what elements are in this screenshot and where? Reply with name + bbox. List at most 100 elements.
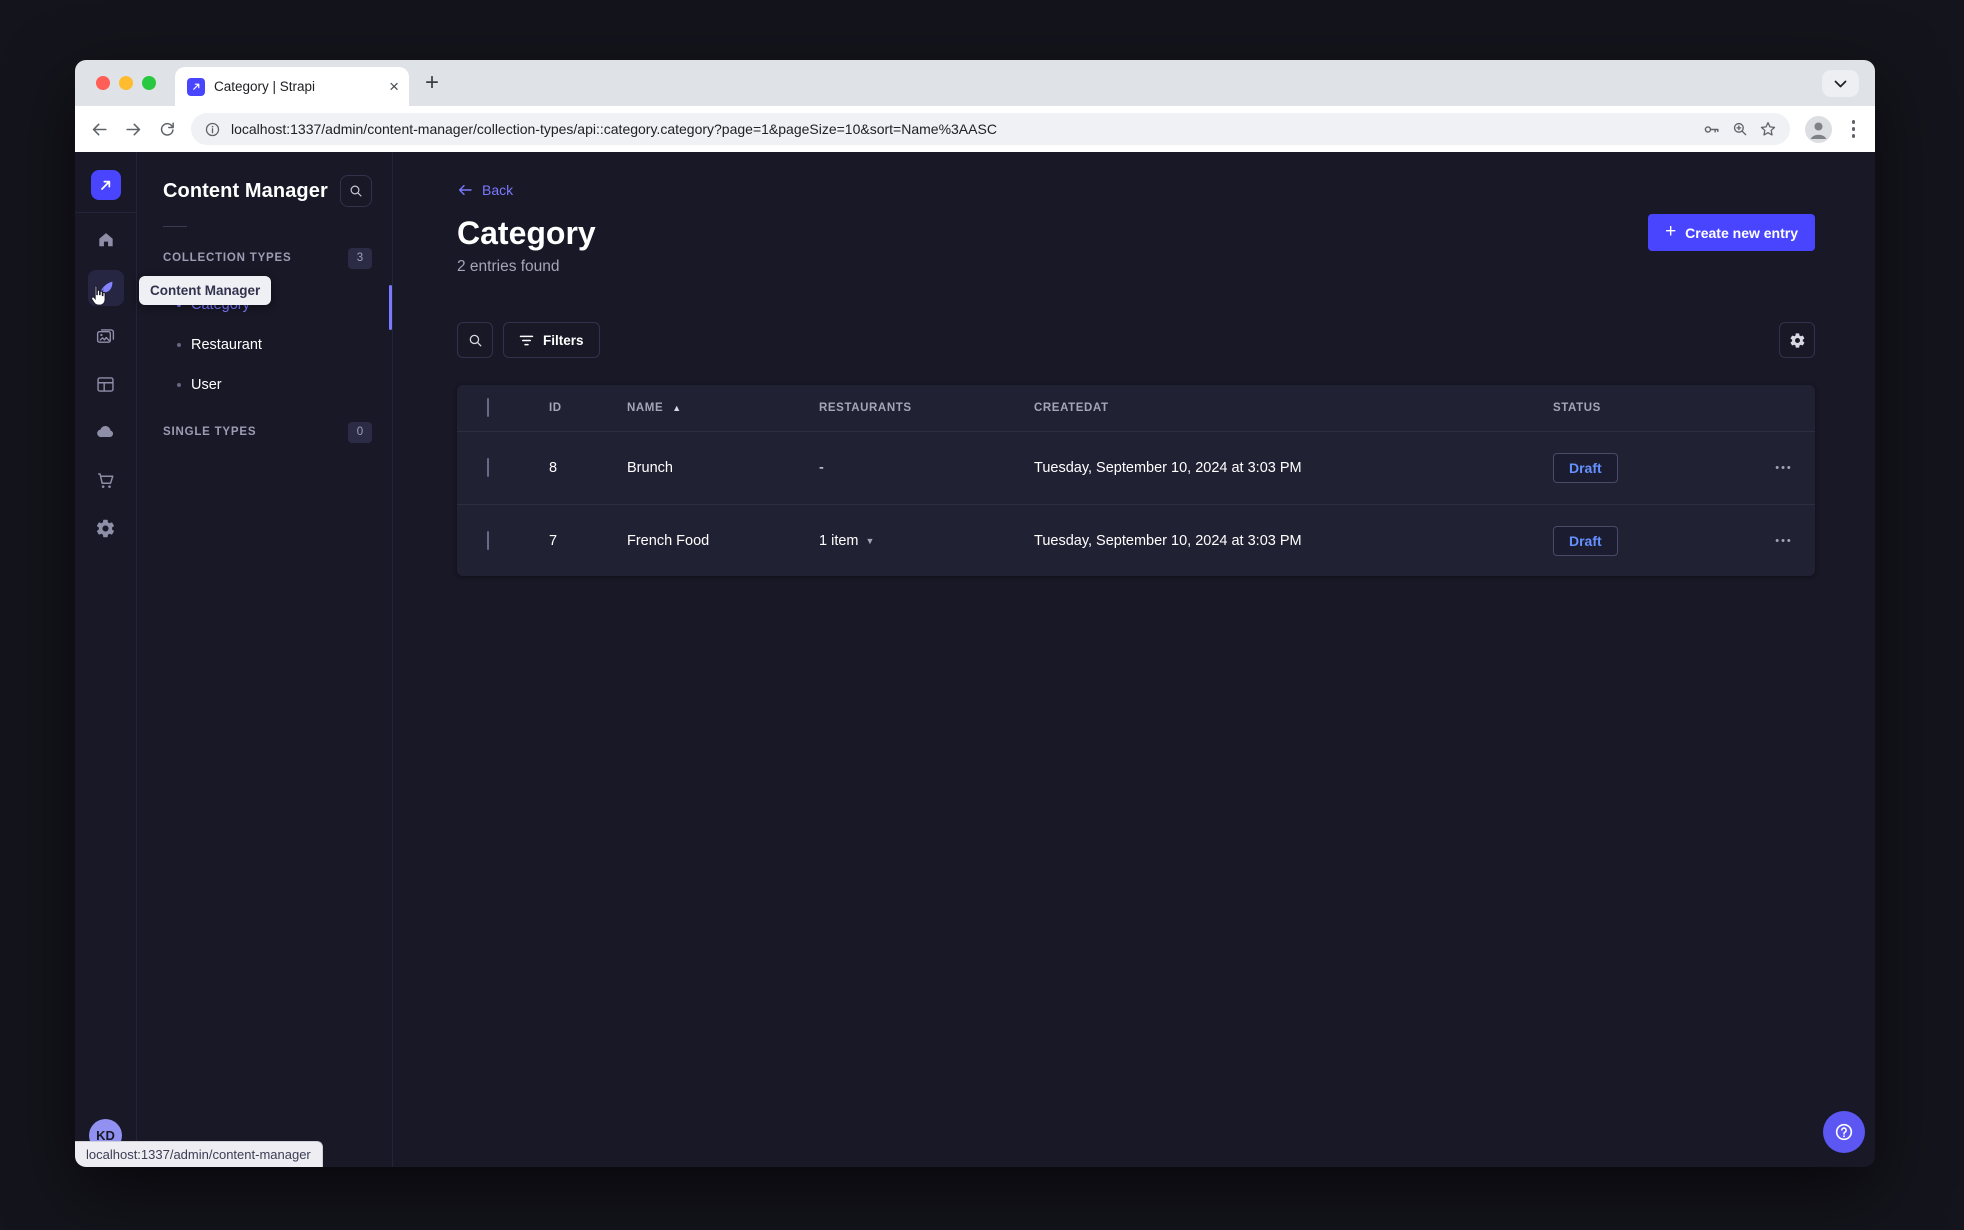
tab-close-icon[interactable]: × [389, 78, 399, 95]
content-manager-tooltip: Content Manager [139, 276, 272, 305]
status-badge: Draft [1553, 453, 1618, 483]
cart-icon [88, 462, 124, 498]
url-text: localhost:1337/admin/content-manager/col… [231, 121, 997, 137]
media-library-nav-button[interactable] [82, 312, 130, 360]
column-header-name-label: NAME [627, 402, 664, 414]
browser-menu-icon[interactable] [1847, 120, 1861, 138]
window-controls [96, 76, 156, 90]
cell-name: Brunch [627, 460, 673, 476]
column-header-status[interactable]: STATUS [1553, 402, 1753, 414]
tab-title: Category | Strapi [214, 79, 316, 94]
maximize-window-button[interactable] [142, 76, 156, 90]
cell-restaurants[interactable]: 1 item ▼ [819, 533, 1034, 549]
strapi-logo[interactable] [90, 170, 121, 200]
browser-tab[interactable]: Category | Strapi × [175, 67, 409, 106]
strapi-app: KD Content Manager COLLECTION TYPES 3 Ca… [75, 152, 1875, 1167]
search-icon [350, 185, 362, 197]
bullet-icon [177, 383, 181, 387]
single-types-label: SINGLE TYPES [163, 426, 257, 438]
home-icon [88, 222, 124, 258]
collection-types-section: COLLECTION TYPES 3 [163, 247, 372, 269]
subnav-item-label: Restaurant [191, 337, 262, 353]
table-row[interactable]: 7 French Food 1 item ▼ Tuesday, Septembe… [457, 504, 1815, 576]
layout-icon [88, 366, 124, 402]
column-header-createdat[interactable]: CREATEDAT [1034, 402, 1553, 414]
back-label: Back [482, 182, 514, 198]
media-library-icon [88, 318, 124, 354]
password-key-icon[interactable] [1702, 120, 1721, 139]
reload-icon[interactable] [158, 120, 176, 138]
strapi-favicon [187, 77, 205, 96]
single-types-count-badge: 0 [348, 421, 372, 443]
close-window-button[interactable] [96, 76, 110, 90]
entries-count: 2 entries found [457, 258, 560, 275]
row-actions-button[interactable]: ••• [1753, 462, 1815, 474]
content-type-builder-nav-button[interactable] [82, 360, 130, 408]
table-header-row: ID NAME ▲ RESTAURANTS CREATEDAT STATUS [457, 385, 1815, 432]
collection-types-count-badge: 3 [348, 247, 372, 269]
create-new-entry-button[interactable]: + Create new entry [1648, 214, 1815, 251]
cell-createdat: Tuesday, September 10, 2024 at 3:03 PM [1034, 460, 1302, 476]
row-checkbox[interactable] [487, 458, 489, 477]
status-badge: Draft [1553, 525, 1618, 556]
cell-restaurants-label: 1 item [819, 532, 859, 549]
table-settings-button[interactable] [1779, 322, 1815, 358]
cell-restaurants: - [819, 460, 824, 476]
zoom-icon[interactable] [1731, 120, 1749, 138]
search-icon [469, 334, 481, 346]
gear-icon [1790, 332, 1804, 348]
entries-table: ID NAME ▲ RESTAURANTS CREATEDAT STATUS 8… [457, 385, 1815, 576]
cell-id: 7 [549, 532, 558, 549]
bookmark-star-icon[interactable] [1759, 120, 1777, 138]
cell-name: French Food [627, 532, 710, 549]
back-nav-icon[interactable] [90, 120, 109, 139]
collection-types-label: COLLECTION TYPES [163, 252, 292, 264]
main-content: Back Category 2 entries found + Create n… [393, 152, 1875, 1167]
single-types-section: SINGLE TYPES 0 [163, 421, 372, 443]
row-checkbox[interactable] [487, 530, 489, 550]
new-tab-button[interactable]: + [425, 69, 439, 97]
site-info-icon[interactable] [204, 121, 221, 138]
question-mark-icon [1835, 1123, 1853, 1141]
cell-createdat: Tuesday, September 10, 2024 at 3:03 PM [1034, 532, 1302, 549]
table-search-button[interactable] [457, 322, 493, 358]
row-actions-button[interactable]: ••• [1753, 535, 1815, 547]
chevron-down-icon [1834, 80, 1847, 87]
sort-ascending-icon: ▲ [672, 403, 682, 413]
table-row[interactable]: 8 Brunch - Tuesday, September 10, 2024 a… [457, 432, 1815, 504]
column-header-name[interactable]: NAME ▲ [627, 402, 819, 414]
minimize-window-button[interactable] [119, 76, 133, 90]
url-bar[interactable]: localhost:1337/admin/content-manager/col… [191, 113, 1790, 145]
cell-id: 8 [549, 460, 558, 476]
filters-button[interactable]: Filters [503, 322, 600, 358]
browser-profile-avatar[interactable] [1804, 115, 1832, 143]
browser-window: Category | Strapi × + localhost:1337/adm… [75, 60, 1875, 1167]
link-preview-statusbar: localhost:1337/admin/content-manager [75, 1141, 323, 1167]
cloud-icon [88, 414, 124, 450]
settings-nav-button[interactable] [82, 504, 130, 552]
forward-nav-icon[interactable] [124, 120, 143, 139]
column-header-restaurants[interactable]: RESTAURANTS [819, 402, 1034, 414]
home-nav-button[interactable] [82, 216, 130, 264]
plus-icon: + [1665, 221, 1677, 242]
back-link[interactable]: Back [457, 180, 513, 200]
subnav-item-restaurant[interactable]: Restaurant [163, 325, 372, 365]
active-item-indicator [389, 285, 392, 330]
column-header-id[interactable]: ID [549, 402, 627, 414]
help-button[interactable] [1823, 1111, 1865, 1153]
cloud-nav-button[interactable] [82, 408, 130, 456]
marketplace-nav-button[interactable] [82, 456, 130, 504]
rail-divider [75, 212, 136, 213]
subnav-title: Content Manager [163, 179, 328, 202]
caret-down-icon: ▼ [865, 535, 875, 546]
subnav-item-user[interactable]: User [163, 365, 372, 405]
filter-icon [519, 335, 534, 345]
bullet-icon [177, 343, 181, 347]
tab-search-button[interactable] [1822, 70, 1859, 97]
create-new-entry-label: Create new entry [1685, 224, 1798, 241]
subnav-search-button[interactable] [340, 175, 372, 207]
select-all-checkbox[interactable] [487, 398, 489, 417]
hand-cursor [87, 284, 110, 314]
subnav-item-label: User [191, 377, 222, 393]
gear-icon [88, 510, 124, 546]
